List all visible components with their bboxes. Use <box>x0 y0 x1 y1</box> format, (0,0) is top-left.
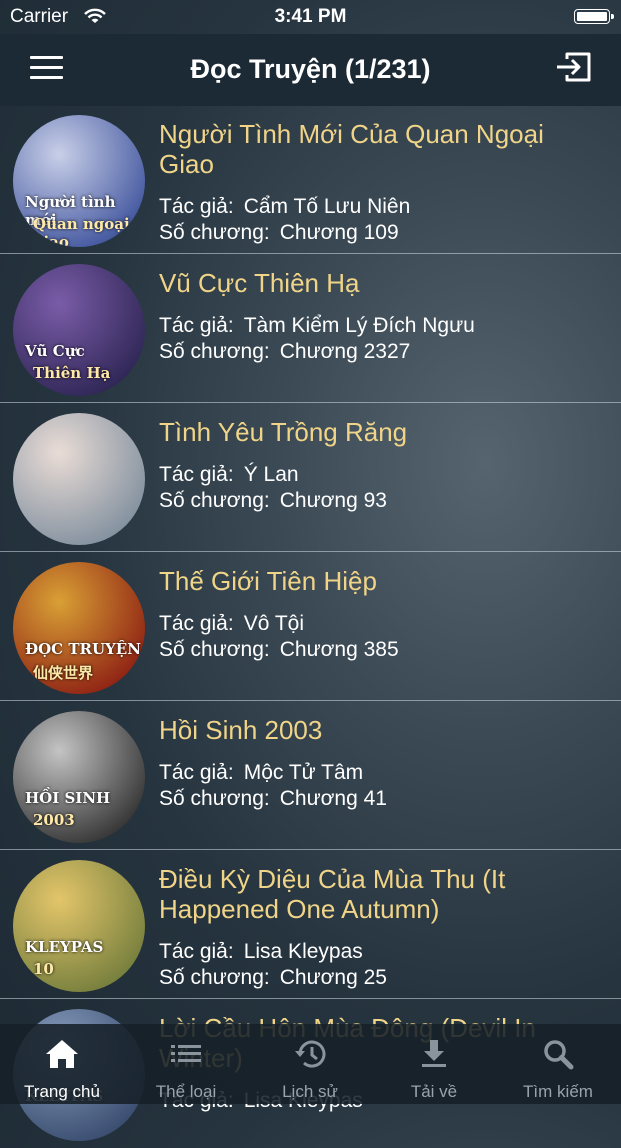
story-cover-image: KLEYPAS 10 <box>13 860 145 992</box>
chapters-label: Số chương: <box>159 787 270 810</box>
story-chapters: Số chương: Chương 25 <box>159 966 599 990</box>
chapters-value: Chương 109 <box>279 221 399 244</box>
story-author: Tác giả: Mộc Tử Tâm <box>159 761 599 785</box>
story-chapters: Số chương: Chương 385 <box>159 638 599 662</box>
battery-icon <box>574 9 614 24</box>
story-author: Tác giả: Cẩm Tố Lưu Niên <box>159 195 599 219</box>
author-value: Vô Tội <box>243 612 305 635</box>
tab-search[interactable]: Tìm kiếm <box>496 1024 620 1104</box>
chapters-value: Chương 41 <box>279 787 387 810</box>
chapters-value: Chương 25 <box>279 966 387 989</box>
chapters-value: Chương 385 <box>279 638 399 661</box>
tab-label: Thể loại <box>155 1082 217 1101</box>
tab-categories[interactable]: Thể loại <box>124 1024 248 1104</box>
row-divider <box>0 849 621 850</box>
story-chapters: Số chương: Chương 109 <box>159 221 599 245</box>
author-value: Ý Lan <box>243 463 299 486</box>
story-row[interactable]: Vũ Cực Thiên Hạ Vũ Cực Thiên Hạ Tác giả: T… <box>0 255 621 403</box>
list-icon <box>171 1045 201 1062</box>
home-icon <box>46 1040 78 1068</box>
cover-text: HỒI SINH <box>25 789 111 807</box>
chapters-label: Số chương: <box>159 340 270 363</box>
story-cover-image: Người tình mới Quan ngoại giao <box>13 115 145 247</box>
story-cover-image <box>13 413 145 545</box>
tab-label: Trang chủ <box>24 1082 100 1101</box>
tab-label: Tìm kiếm <box>523 1082 593 1101</box>
cover-text: KLEYPAS <box>25 938 104 956</box>
story-author: Tác giả: Tàm Kiểm Lý Đích Ngưu <box>159 314 599 338</box>
cover-text: Quan ngoại giao <box>33 215 130 247</box>
download-icon <box>422 1040 446 1067</box>
story-cover-image: Vũ Cực Thiên Hạ <box>13 264 145 396</box>
history-icon <box>295 1040 326 1068</box>
row-divider <box>0 402 621 403</box>
chapters-value: Chương 93 <box>279 489 387 512</box>
tab-history[interactable]: Lịch sử <box>248 1024 372 1104</box>
cover-text: 2003 <box>33 811 75 829</box>
story-row[interactable]: Người tình mới Quan ngoại giao Người Tình… <box>0 106 621 254</box>
clock: 3:41 PM <box>274 6 347 27</box>
author-value: Mộc Tử Tâm <box>243 761 364 784</box>
story-row[interactable]: HỒI SINH 2003 Hồi Sinh 2003 Tác giả: Mộc T… <box>0 702 621 850</box>
nav-bar: Đọc Truyện (1/231) <box>0 34 621 106</box>
story-title: Hồi Sinh 2003 <box>159 715 323 745</box>
cover-text: Thiên Hạ <box>33 364 111 382</box>
row-divider <box>0 998 621 999</box>
author-label: Tác giả: <box>159 612 234 635</box>
author-label: Tác giả: <box>159 314 234 337</box>
tab-downloads[interactable]: Tải về <box>372 1024 496 1104</box>
story-row[interactable]: KLEYPAS 10 Điều Kỳ Diệu Của Mùa Thu (It H… <box>0 851 621 999</box>
cover-text: 10 <box>33 960 54 978</box>
cover-text: 仙侠世界 <box>33 664 94 682</box>
story-title: Thế Giới Tiên Hiệp <box>159 566 377 596</box>
author-label: Tác giả: <box>159 195 234 218</box>
status-bar: Carrier 3:41 PM <box>0 0 621 34</box>
logout-icon[interactable] <box>553 50 593 84</box>
row-divider <box>0 700 621 701</box>
page-title: Đọc Truyện (1/231) <box>190 54 431 84</box>
story-chapters: Số chương: Chương 41 <box>159 787 599 811</box>
author-value: Tàm Kiểm Lý Đích Ngưu <box>243 314 475 337</box>
author-label: Tác giả: <box>159 940 234 963</box>
story-title: Điều Kỳ Diệu Của Mùa Thu (It Happened On… <box>159 864 506 924</box>
story-chapters: Số chương: Chương 2327 <box>159 340 599 364</box>
chapters-value: Chương 2327 <box>279 340 411 363</box>
tab-label: Tải về <box>410 1082 458 1101</box>
story-chapters: Số chương: Chương 93 <box>159 489 599 513</box>
chapters-label: Số chương: <box>159 966 270 989</box>
chapters-label: Số chương: <box>159 638 270 661</box>
story-title: Tình Yêu Trồng Răng <box>159 417 408 447</box>
author-label: Tác giả: <box>159 761 234 784</box>
chapters-label: Số chương: <box>159 221 270 244</box>
story-cover-image: ĐỌC TRUYỆN 仙侠世界 <box>13 562 145 694</box>
story-title: Người Tình Mới Của Quan Ngoại Giao <box>159 119 544 179</box>
story-cover-image: HỒI SINH 2003 <box>13 711 145 843</box>
tab-bar: Trang chủ Thể loại Lịch sử Tải về Tìm ki… <box>0 1024 621 1104</box>
cover-text: ĐỌC TRUYỆN <box>25 640 141 658</box>
story-row[interactable]: Tình Yêu Trồng Răng Tác giả: Ý Lan Số chư… <box>0 404 621 552</box>
author-label: Tác giả: <box>159 463 234 486</box>
story-author: Tác giả: Ý Lan <box>159 463 599 487</box>
author-value: Lisa Kleypas <box>243 940 363 963</box>
story-author: Tác giả: Lisa Kleypas <box>159 940 599 964</box>
search-icon <box>544 1040 574 1070</box>
story-row[interactable]: ĐỌC TRUYỆN 仙侠世界 Thế Giới Tiên Hiệp Tác gi… <box>0 553 621 701</box>
row-divider <box>0 551 621 552</box>
author-value: Cẩm Tố Lưu Niên <box>243 195 411 218</box>
row-divider <box>0 253 621 254</box>
chapters-label: Số chương: <box>159 489 270 512</box>
story-author: Tác giả: Vô Tội <box>159 612 599 636</box>
story-title: Vũ Cực Thiên Hạ <box>159 268 360 298</box>
cover-text: Vũ Cực <box>25 342 85 360</box>
tab-label: Lịch sử <box>282 1082 338 1101</box>
tab-home[interactable]: Trang chủ <box>0 1024 124 1104</box>
